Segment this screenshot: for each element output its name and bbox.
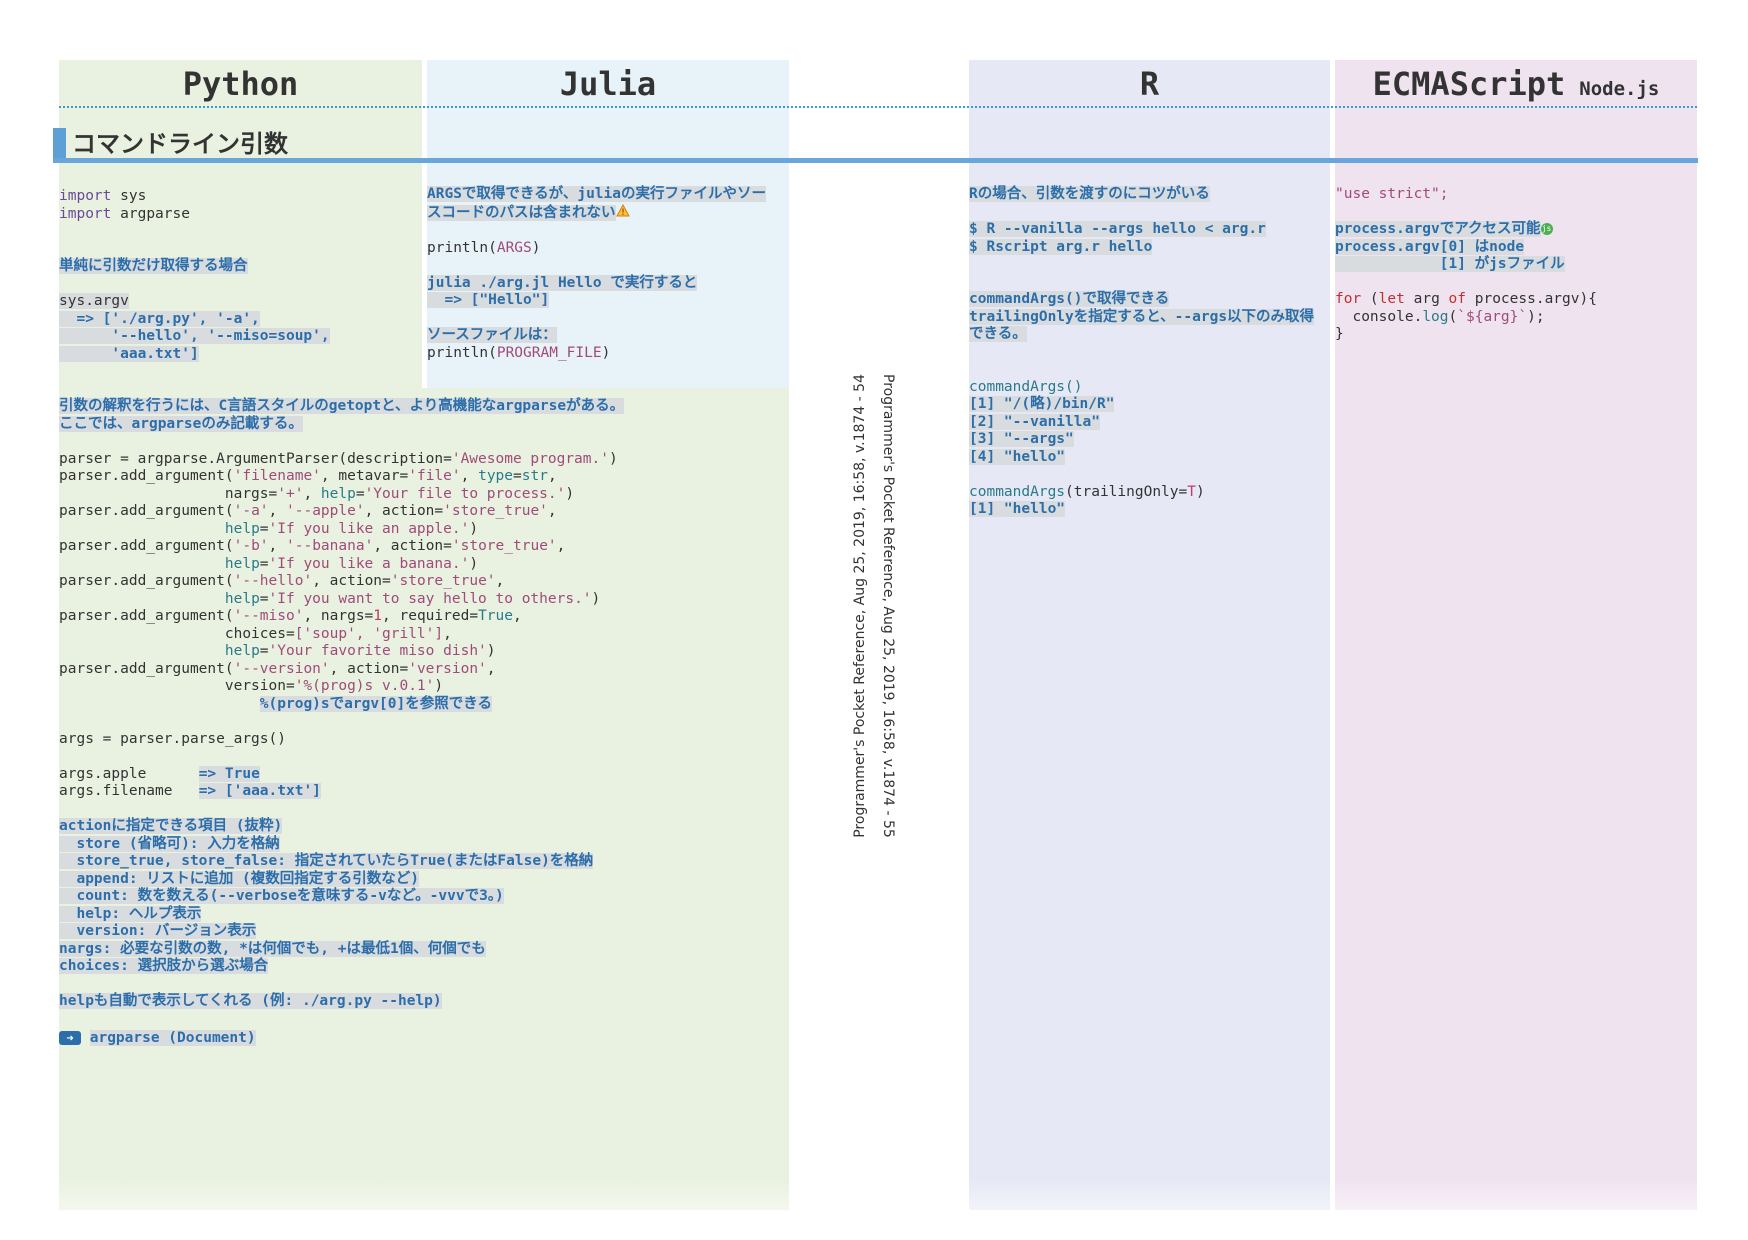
header-julia: Julia bbox=[559, 65, 657, 103]
julia-code: ARGSで取得できるが、juliaの実行ファイルやソー スコードのパスは含まれな… bbox=[427, 186, 766, 361]
footer-page-55: Programmer's Pocket Reference, Aug 25, 2… bbox=[880, 374, 896, 838]
python-sysargv: 単純に引数だけ取得する場合 sys.argv => ['./arg.py', '… bbox=[59, 258, 330, 362]
header-divider bbox=[59, 106, 1697, 108]
header-js-title: ECMAScript bbox=[1372, 65, 1566, 103]
header-js-sub: Node.js bbox=[1579, 78, 1660, 100]
footer-page-54: Programmer's Pocket Reference, Aug 25, 2… bbox=[852, 374, 868, 838]
header-r: R bbox=[1139, 65, 1160, 103]
warning-icon bbox=[615, 203, 630, 216]
argparse-doc-link[interactable]: ➜ argparse (Document) bbox=[59, 1030, 256, 1048]
section-marker bbox=[53, 128, 66, 158]
arrow-right-icon: ➜ bbox=[59, 1031, 81, 1045]
section-title: コマンドライン引数 bbox=[72, 130, 288, 158]
js-code: "use strict"; process.argvでアクセス可能js proc… bbox=[1335, 186, 1597, 342]
section-underline bbox=[53, 158, 1698, 163]
r-code: Rの場合、引数を渡すのにコツがいる $ R --vanilla --args h… bbox=[969, 186, 1315, 517]
header-python: Python bbox=[182, 65, 299, 103]
bottom-fade bbox=[0, 1180, 1748, 1240]
nodejs-icon: js bbox=[1540, 223, 1553, 235]
python-argparse-code: 引数の解釈を行うには、C言語スタイルのgetoptと、より高機能なargpars… bbox=[59, 398, 625, 1009]
python-imports: import sys import argparse bbox=[59, 188, 190, 222]
header-js: ECMAScript Node.js bbox=[1335, 60, 1697, 108]
